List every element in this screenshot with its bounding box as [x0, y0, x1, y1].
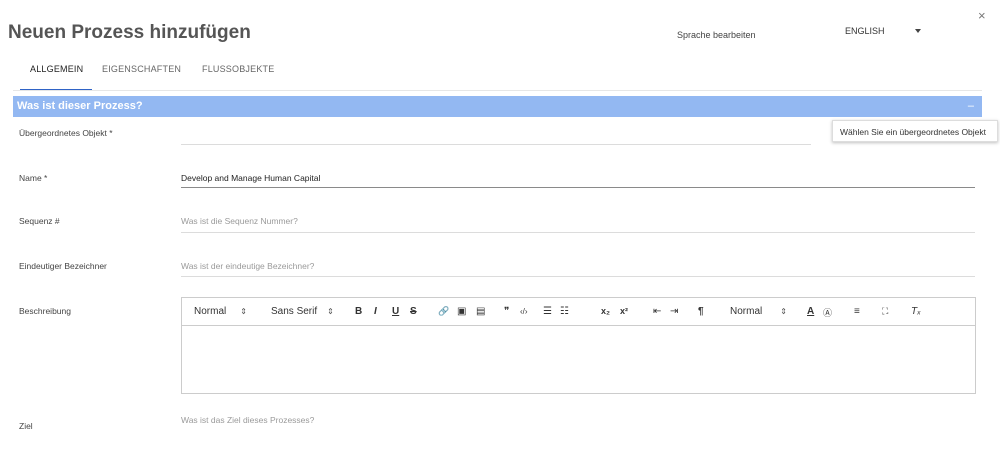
name-underline [181, 187, 975, 188]
tabs-divider [13, 90, 982, 91]
tab-label: EIGENSCHAFTEN [102, 64, 182, 74]
bold-icon[interactable]: B [355, 306, 362, 317]
font-color-icon[interactable]: A [807, 306, 814, 317]
editor-content[interactable] [182, 326, 975, 394]
blockquote-icon[interactable]: ❞ [504, 306, 509, 317]
header-select-value: Normal [194, 306, 227, 317]
bullet-list-icon[interactable]: ☷ [560, 306, 569, 317]
close-icon[interactable]: × [978, 9, 986, 22]
section-title: Was ist dieser Prozess? [17, 100, 143, 112]
superscript-icon[interactable]: x² [620, 306, 628, 316]
sequence-underline [181, 232, 975, 233]
header-select[interactable]: Normal ⇕ [194, 306, 247, 317]
tab-flussobjekte[interactable]: FLUSSOBJEKTE [202, 64, 274, 92]
subscript-icon[interactable]: x₂ [601, 306, 610, 316]
select-arrows-icon: ⇕ [327, 307, 334, 316]
tab-eigenschaften[interactable]: EIGENSCHAFTEN [102, 64, 181, 92]
size-select[interactable]: Normal ⇕ [730, 306, 787, 317]
identifier-input[interactable]: Was ist der eindeutige Bezeichner? [181, 261, 975, 277]
image-icon[interactable]: ▣ [457, 306, 466, 317]
caret-down-icon [915, 29, 921, 33]
text-direction-icon[interactable]: ¶ [698, 306, 704, 317]
code-block-icon[interactable]: ‹/› [520, 307, 528, 316]
language-select[interactable]: ENGLISH [845, 26, 930, 42]
indent-icon[interactable]: ⇥ [670, 306, 678, 317]
outdent-icon[interactable]: ⇤ [653, 306, 661, 317]
parent-object-input[interactable] [181, 128, 811, 144]
sequence-input[interactable]: Was ist die Sequenz Nummer? [181, 216, 975, 232]
sequence-label: Sequenz # [19, 216, 60, 226]
page-title: Neuen Prozess hinzufügen [8, 22, 251, 43]
tab-label: FLUSSOBJEKTE [202, 64, 275, 74]
goal-input[interactable]: Was ist das Ziel dieses Prozesses? [181, 415, 975, 431]
video-icon[interactable]: ▤ [476, 306, 485, 317]
editor-toolbar: Normal ⇕ Sans Serif ⇕ B I U S 🔗 ▣ ▤ ❞ ‹/› … [182, 298, 975, 326]
name-label: Name * [19, 173, 48, 183]
link-icon[interactable]: 🔗 [438, 306, 449, 317]
identifier-label: Eindeutiger Bezeichner [19, 261, 107, 271]
strikethrough-icon[interactable]: S [410, 306, 417, 317]
fullscreen-icon[interactable]: ⛶ [882, 306, 888, 317]
font-select-value: Sans Serif [271, 306, 318, 317]
size-select-value: Normal [730, 306, 763, 317]
font-select[interactable]: Sans Serif ⇕ [271, 306, 334, 317]
description-label: Beschreibung [19, 306, 71, 316]
language-select-value: ENGLISH [845, 26, 885, 36]
tab-allgemein[interactable]: ALLGEMEIN [20, 64, 93, 92]
collapse-icon[interactable]: – [968, 100, 974, 112]
goal-label: Ziel [19, 421, 33, 431]
section-header[interactable]: Was ist dieser Prozess? – [13, 96, 982, 117]
description-editor: Normal ⇕ Sans Serif ⇕ B I U S 🔗 ▣ ▤ ❞ ‹/› … [181, 297, 976, 394]
align-icon[interactable]: ≡ [854, 306, 860, 317]
parent-object-underline [181, 144, 811, 145]
identifier-underline [181, 276, 975, 277]
italic-icon[interactable]: I [374, 306, 377, 317]
parent-object-label: Übergeordnetes Objekt * [19, 128, 113, 138]
parent-object-tooltip: Wählen Sie ein übergeordnetes Objekt [832, 120, 998, 142]
clear-format-icon[interactable]: Tₓ [911, 306, 921, 317]
select-arrows-icon: ⇕ [240, 307, 247, 316]
select-arrows-icon: ⇕ [780, 307, 787, 316]
ordered-list-icon[interactable]: ☰ [543, 306, 552, 317]
language-label: Sprache bearbeiten [677, 30, 756, 40]
tab-label: ALLGEMEIN [30, 64, 84, 74]
background-color-icon[interactable]: Ⓐ [823, 306, 832, 319]
underline-icon[interactable]: U [392, 306, 399, 317]
